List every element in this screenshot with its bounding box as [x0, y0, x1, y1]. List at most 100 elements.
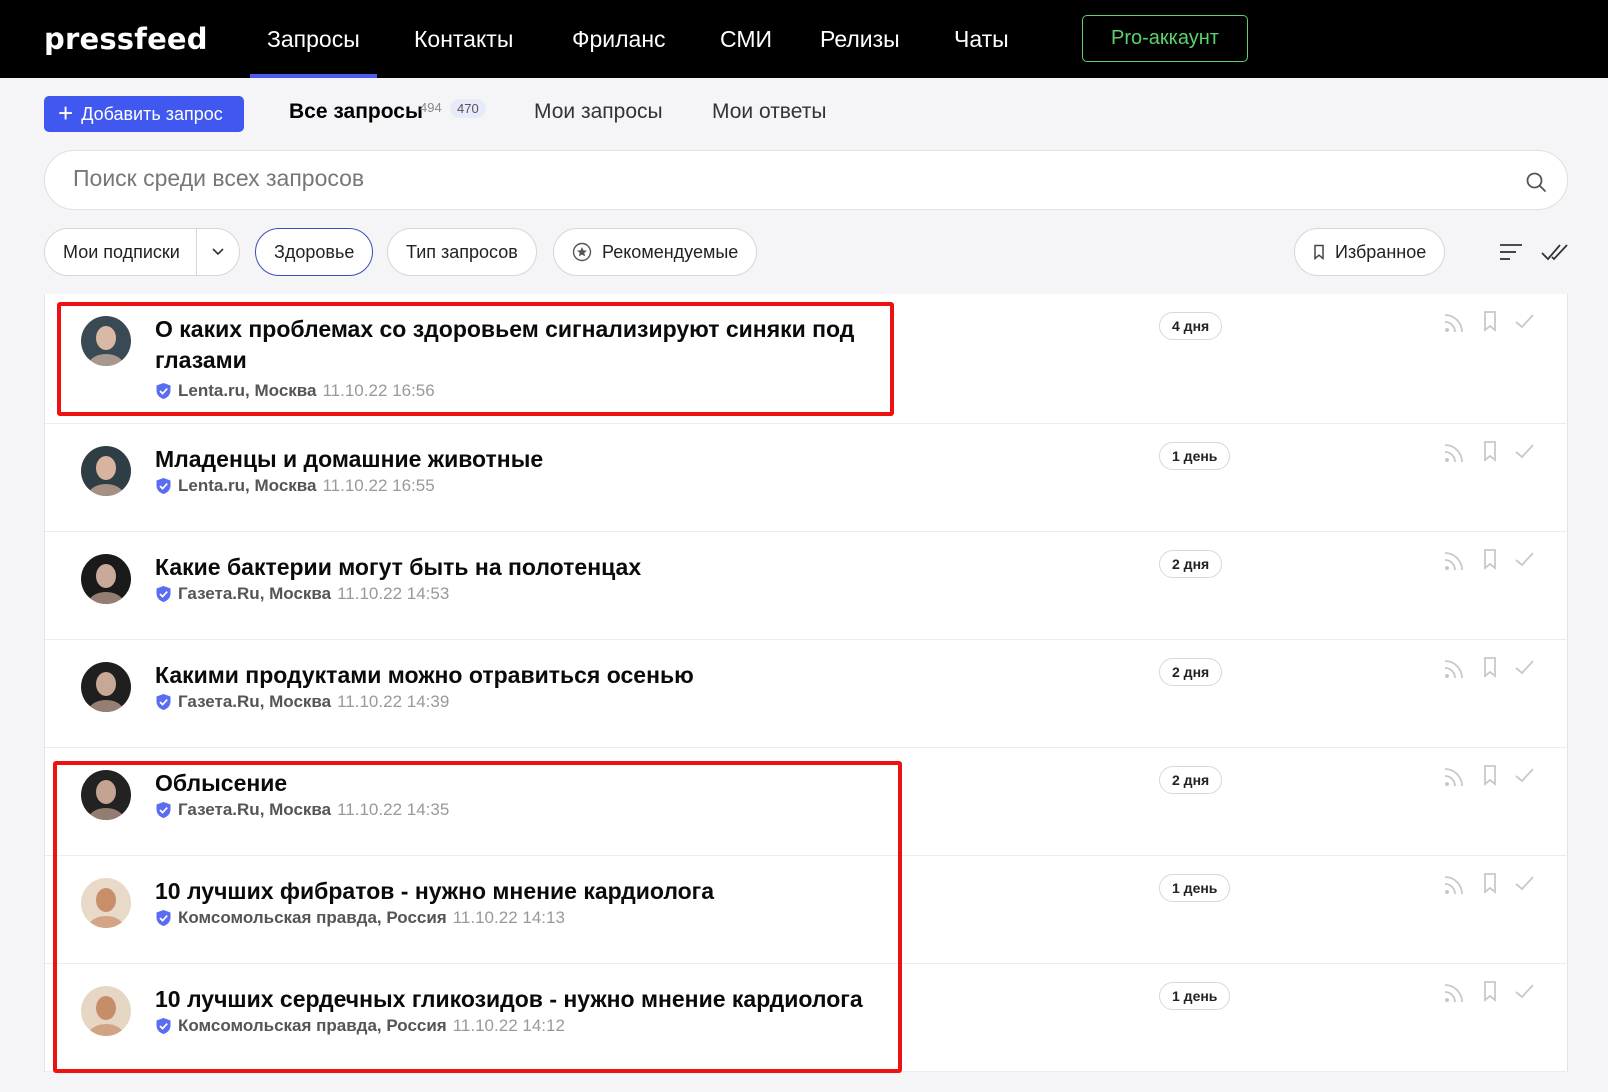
author-avatar[interactable]: [81, 770, 131, 820]
request-time: 11.10.22 14:53: [337, 584, 450, 603]
nav-requests[interactable]: Запросы: [250, 0, 377, 78]
nav-releases[interactable]: Релизы: [820, 0, 900, 78]
top-navigation: pressfeed Запросы Контакты Фриланс СМИ Р…: [0, 0, 1608, 78]
request-source[interactable]: Газета.Ru, Москва: [178, 800, 331, 820]
bookmark-icon[interactable]: [1479, 548, 1501, 570]
pressfeed-logo[interactable]: pressfeed: [44, 22, 208, 56]
rss-icon[interactable]: [1443, 312, 1465, 334]
request-row[interactable]: 10 лучших фибратов - нужно мнение кардио…: [45, 856, 1569, 964]
tab-all-requests[interactable]: Все запросы: [289, 100, 423, 124]
bookmark-icon[interactable]: [1479, 656, 1501, 678]
deadline-badge: 1 день: [1159, 982, 1231, 1010]
request-row[interactable]: Младенцы и домашние животные Lenta.ru, Мо…: [45, 424, 1569, 532]
request-row[interactable]: 10 лучших сердечных гликозидов - нужно м…: [45, 964, 1569, 1072]
check-icon[interactable]: [1513, 548, 1535, 570]
plus-icon: +: [58, 97, 74, 128]
rss-icon[interactable]: [1443, 658, 1465, 680]
deadline-badge: 2 дня: [1159, 766, 1223, 794]
bookmark-icon[interactable]: [1479, 440, 1501, 462]
rss-icon[interactable]: [1443, 442, 1465, 464]
request-meta: Газета.Ru, Москва 11.10.22 14:39: [155, 692, 449, 712]
request-title[interactable]: 10 лучших сердечных гликозидов - нужно м…: [155, 984, 875, 1015]
favorites-filter[interactable]: Избранное: [1294, 228, 1446, 276]
author-avatar[interactable]: [81, 316, 131, 366]
request-source[interactable]: Газета.Ru, Москва: [178, 692, 331, 712]
bookmark-icon[interactable]: [1479, 872, 1501, 894]
pro-account-button[interactable]: Pro-аккаунт: [1082, 15, 1248, 62]
request-time: 11.10.22 14:12: [452, 1016, 565, 1035]
author-avatar[interactable]: [81, 986, 131, 1036]
rss-icon[interactable]: [1443, 982, 1465, 1004]
requests-list: О каких проблемах со здоровьем сигнализи…: [44, 294, 1569, 1072]
bookmark-icon[interactable]: [1479, 980, 1501, 1002]
request-meta: Газета.Ru, Москва 11.10.22 14:35: [155, 800, 449, 820]
all-requests-new-badge: 470: [450, 99, 486, 118]
nav-freelance[interactable]: Фриланс: [572, 0, 666, 78]
request-title[interactable]: 10 лучших фибратов - нужно мнение кардио…: [155, 876, 875, 907]
check-icon[interactable]: [1513, 310, 1535, 332]
add-request-button[interactable]: + Добавить запрос: [44, 96, 244, 132]
request-type-filter[interactable]: Тип запросов: [387, 228, 537, 276]
author-avatar[interactable]: [81, 878, 131, 928]
verified-shield-icon: [156, 1018, 171, 1034]
request-title[interactable]: Облысение: [155, 768, 875, 799]
search-icon[interactable]: [1525, 171, 1547, 193]
sort-icon[interactable]: [1498, 240, 1524, 264]
recommended-filter[interactable]: Рекомендуемые: [553, 228, 758, 276]
request-meta: Газета.Ru, Москва 11.10.22 14:53: [155, 584, 449, 604]
favorites-label: Избранное: [1335, 241, 1427, 262]
request-title[interactable]: Какими продуктами можно отравиться осень…: [155, 660, 875, 691]
check-icon[interactable]: [1513, 872, 1535, 894]
request-row[interactable]: О каких проблемах со здоровьем сигнализи…: [45, 294, 1569, 424]
request-title[interactable]: Младенцы и домашние животные: [155, 444, 875, 475]
request-row[interactable]: Какими продуктами можно отравиться осень…: [45, 640, 1569, 748]
verified-shield-icon: [156, 694, 171, 710]
check-icon[interactable]: [1513, 980, 1535, 1002]
search-bar: [44, 150, 1568, 210]
author-avatar[interactable]: [81, 554, 131, 604]
star-circle-icon: [572, 242, 592, 262]
request-meta: Комсомольская правда, Россия 11.10.22 14:…: [155, 1016, 565, 1036]
check-icon[interactable]: [1513, 440, 1535, 462]
nav-media[interactable]: СМИ: [720, 0, 772, 78]
request-time: 11.10.22 16:56: [322, 381, 435, 400]
request-source[interactable]: Lenta.ru, Москва: [178, 476, 316, 496]
author-avatar[interactable]: [81, 662, 131, 712]
request-meta: Комсомольская правда, Россия 11.10.22 14:…: [155, 908, 565, 928]
deadline-badge: 1 день: [1159, 442, 1231, 470]
request-meta: Lenta.ru, Москва 11.10.22 16:55: [155, 476, 435, 496]
health-filter[interactable]: Здоровье: [255, 228, 374, 276]
request-source[interactable]: Газета.Ru, Москва: [178, 584, 331, 604]
request-row[interactable]: Какие бактерии могут быть на полотенцах Г…: [45, 532, 1569, 640]
request-time: 11.10.22 16:55: [322, 476, 435, 495]
request-row[interactable]: Облысение Газета.Ru, Москва 11.10.22 14:35…: [45, 748, 1569, 856]
mark-all-read-icon[interactable]: [1540, 240, 1570, 264]
recommended-label: Рекомендуемые: [602, 241, 739, 262]
request-time: 11.10.22 14:39: [337, 692, 450, 711]
add-request-label: Добавить запрос: [81, 103, 223, 124]
bookmark-icon[interactable]: [1479, 764, 1501, 786]
request-time: 11.10.22 14:35: [337, 800, 450, 819]
rss-icon[interactable]: [1443, 874, 1465, 896]
request-title[interactable]: Какие бактерии могут быть на полотенцах: [155, 552, 875, 583]
tab-my-requests[interactable]: Мои запросы: [534, 100, 663, 124]
request-source[interactable]: Lenta.ru, Москва: [178, 381, 316, 401]
chevron-down-icon[interactable]: [211, 247, 225, 257]
subscriptions-filter[interactable]: Мои подписки: [44, 228, 240, 276]
check-icon[interactable]: [1513, 656, 1535, 678]
request-source[interactable]: Комсомольская правда, Россия: [178, 1016, 447, 1036]
rss-icon[interactable]: [1443, 766, 1465, 788]
nav-contacts[interactable]: Контакты: [414, 0, 513, 78]
nav-chats[interactable]: Чаты: [954, 0, 1009, 78]
bookmark-icon[interactable]: [1479, 310, 1501, 332]
search-input[interactable]: [73, 165, 1373, 192]
author-avatar[interactable]: [81, 446, 131, 496]
check-icon[interactable]: [1513, 764, 1535, 786]
request-title[interactable]: О каких проблемах со здоровьем сигнализи…: [155, 314, 875, 376]
tab-my-answers[interactable]: Мои ответы: [712, 100, 826, 124]
rss-icon[interactable]: [1443, 550, 1465, 572]
request-meta: Lenta.ru, Москва 11.10.22 16:56: [155, 381, 435, 401]
deadline-badge: 1 день: [1159, 874, 1231, 902]
request-source[interactable]: Комсомольская правда, Россия: [178, 908, 447, 928]
verified-shield-icon: [156, 478, 171, 494]
